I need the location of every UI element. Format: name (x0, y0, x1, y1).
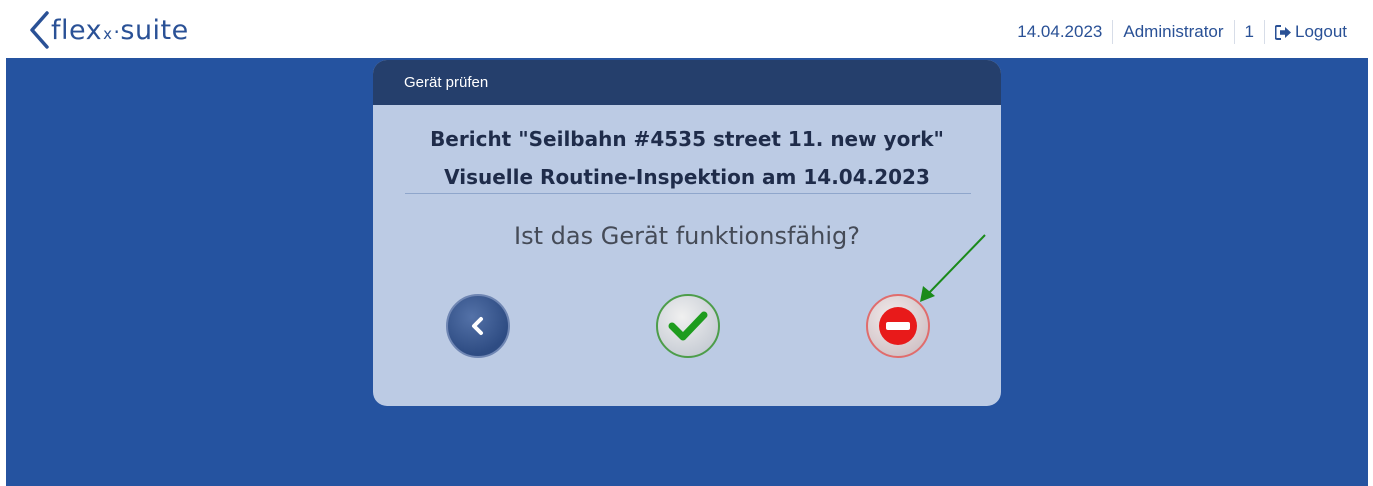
logout-icon (1275, 24, 1291, 40)
minus-circle-icon (879, 307, 917, 345)
logout-link[interactable]: Logout (1275, 22, 1347, 42)
logo-bracket-icon (30, 11, 49, 49)
question-text: Ist das Gerät funktionsfähig? (514, 222, 860, 250)
notification-count[interactable]: 1 (1245, 22, 1254, 42)
inspection-subtitle: Visuelle Routine-Inspektion am 14.04.202… (444, 165, 930, 189)
back-button[interactable] (446, 294, 510, 358)
report-title: Bericht "Seilbahn #4535 street 11. new y… (430, 127, 944, 151)
nav-divider (1264, 20, 1265, 44)
yes-button[interactable] (656, 294, 720, 358)
flexx-suite-logo[interactable]: flexx·suite (28, 10, 189, 50)
logo-wordmark: flexx·suite (51, 14, 189, 46)
divider (405, 193, 971, 194)
user-name[interactable]: Administrator (1123, 22, 1223, 42)
chevron-left-icon (472, 317, 483, 335)
dialog-title: Gerät prüfen (404, 74, 489, 91)
logout-label: Logout (1295, 22, 1347, 41)
check-device-dialog: Gerät prüfen Bericht "Seilbahn #4535 str… (373, 60, 1001, 406)
nav-divider (1233, 20, 1235, 44)
dialog-header: Gerät prüfen (373, 60, 1001, 105)
current-date: 14.04.2023 (1017, 22, 1103, 41)
nav-divider (1112, 20, 1114, 44)
checkmark-icon (668, 311, 708, 341)
no-button[interactable] (866, 294, 930, 358)
top-header: flexx·suite 14.04.2023 Administrator 1 L… (0, 0, 1373, 58)
header-nav: 14.04.2023 Administrator 1 Logout (1017, 19, 1347, 45)
